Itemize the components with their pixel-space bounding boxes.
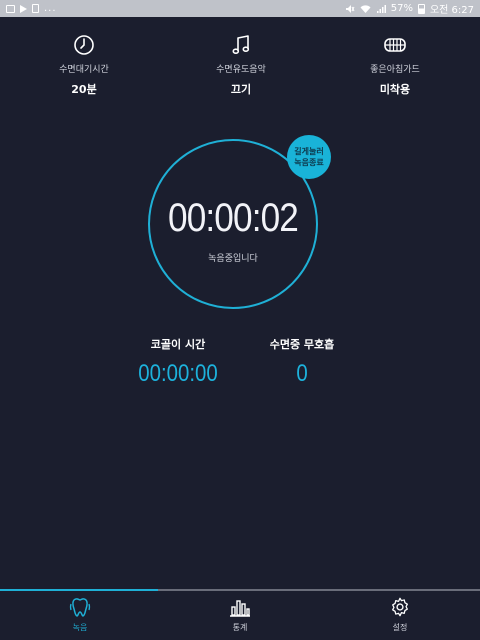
- stat-value: 00:00:00: [138, 360, 218, 387]
- battery-icon: [417, 3, 425, 14]
- option-value: 끄기: [230, 83, 252, 96]
- image-icon: [6, 4, 15, 13]
- option-value: 미착용: [379, 83, 411, 96]
- mouthguard-icon: [384, 38, 406, 52]
- stop-recording-badge[interactable]: 길게눌러 녹음종료: [287, 135, 331, 179]
- recording-status-text: 녹음중입니다: [208, 254, 258, 264]
- bar-chart-icon: [230, 600, 250, 617]
- badge-line-1: 길게눌러: [294, 147, 324, 156]
- option-label: 수면대기시간: [59, 65, 109, 75]
- wifi-icon: [360, 4, 371, 13]
- tab-record[interactable]: 녹음: [0, 596, 160, 633]
- status-more-text: ...: [44, 3, 57, 14]
- sleep-options: 수면대기시간 20분 수면유도음악 끄기 좋은아침가드 미착용: [0, 34, 480, 104]
- status-time: 오전 6:27: [429, 5, 474, 16]
- clock-icon: [74, 35, 94, 55]
- badge-line-2: 녹음종료: [294, 158, 324, 167]
- status-bar-left: ...: [6, 3, 57, 14]
- stat-label: 수면중 무호흡: [269, 338, 335, 351]
- option-sleep-music[interactable]: 수면유도음악 끄기: [171, 34, 311, 97]
- play-icon: [20, 4, 27, 13]
- stat-snore-time: 코골이 시간 00:00:00: [108, 336, 248, 388]
- music-note-icon: [232, 35, 250, 55]
- stat-value: 0: [296, 360, 308, 387]
- stat-label: 코골이 시간: [150, 338, 206, 351]
- mute-icon: [345, 4, 355, 13]
- status-bar: ... 57% 오전 6:27: [0, 0, 480, 17]
- option-label: 좋은아침가드: [370, 65, 420, 75]
- stat-sleep-apnea: 수면중 무호흡 0: [232, 336, 372, 388]
- option-sleep-wait-time[interactable]: 수면대기시간 20분: [14, 34, 154, 97]
- tab-active-indicator: [0, 589, 158, 591]
- tab-label: 통계: [232, 623, 248, 632]
- option-morning-guard[interactable]: 좋은아침가드 미착용: [325, 34, 465, 97]
- option-label: 수면유도음악: [216, 65, 266, 75]
- tab-settings[interactable]: 설정: [320, 596, 480, 633]
- tab-label: 설정: [392, 623, 408, 632]
- tooth-record-icon: [69, 598, 91, 617]
- option-value: 20분: [71, 83, 97, 96]
- tab-statistics[interactable]: 통계: [160, 596, 320, 633]
- recording-timer: 00:00:02: [168, 196, 299, 240]
- tab-label: 녹음: [72, 623, 88, 632]
- battery-percent: 57%: [390, 3, 413, 14]
- status-bar-right: 57% 오전 6:27: [345, 1, 474, 16]
- gear-icon: [392, 597, 408, 617]
- signal-icon: [376, 4, 386, 13]
- clipboard-icon: [32, 4, 39, 13]
